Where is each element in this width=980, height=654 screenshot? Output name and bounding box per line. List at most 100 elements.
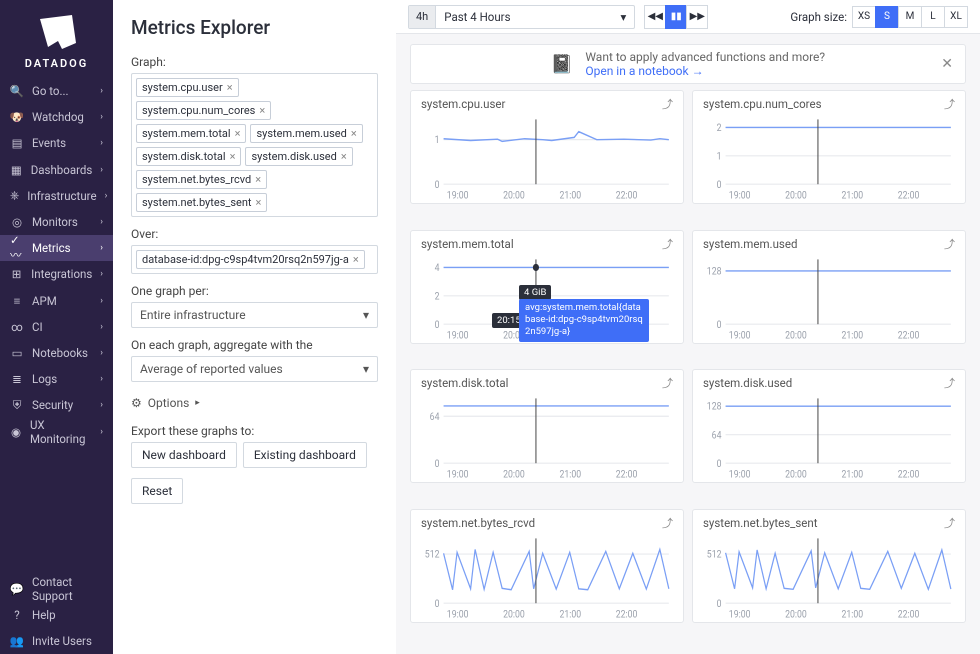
tag[interactable]: system.cpu.num_cores× (136, 101, 271, 120)
svg-text:19:00: 19:00 (447, 469, 469, 480)
tag[interactable]: system.mem.used× (250, 124, 362, 143)
svg-text:128: 128 (707, 401, 722, 413)
nav-item-monitors[interactable]: ◎Monitors› (0, 209, 113, 235)
svg-text:22:00: 22:00 (616, 608, 638, 619)
chevron-right-icon: › (100, 348, 103, 358)
nav-item-invite-users[interactable]: 👥Invite Users (0, 628, 113, 654)
tag[interactable]: system.mem.total× (136, 124, 246, 143)
chart-title: system.disk.used (703, 376, 792, 390)
open-notebook-link[interactable]: Open in a notebook → (585, 64, 703, 78)
nav-item-dashboards[interactable]: ▦Dashboards› (0, 157, 113, 183)
nav-item-security[interactable]: ⛨Security› (0, 392, 113, 418)
svg-text:21:00: 21:00 (841, 190, 863, 201)
nav-item-infrastructure[interactable]: ⎈Infrastructure› (0, 183, 113, 209)
apm-icon: ≡ (10, 294, 24, 308)
graph-size-m[interactable]: M (898, 6, 922, 28)
svg-text:20:00: 20:00 (503, 608, 525, 619)
options-toggle[interactable]: ⚙Options▸ (131, 392, 378, 414)
sidebar: DATADOG 🔍Go to...›🐶Watchdog›▤Events›▦Das… (0, 0, 113, 654)
nav-item-watchdog[interactable]: 🐶Watchdog› (0, 104, 113, 130)
pause-button[interactable]: ▮▮ (665, 5, 687, 29)
svg-text:0: 0 (435, 179, 440, 191)
export-icon[interactable]: ⤴ (944, 236, 955, 252)
graph-size-l[interactable]: L (921, 6, 945, 28)
graph-size-label: Graph size: (790, 10, 847, 24)
tag[interactable]: database-id:dpg-c9sp4tvm20rsq2n597jg-a× (136, 250, 365, 269)
integrations-icon: ⊞ (10, 267, 23, 281)
svg-text:22:00: 22:00 (898, 469, 920, 480)
events-icon: ▤ (10, 136, 24, 150)
export-icon[interactable]: ⤴ (662, 96, 673, 112)
chart-title: system.net.bytes_rcvd (421, 516, 535, 530)
nav-item-ux-monitoring[interactable]: ◉UX Monitoring› (0, 418, 113, 444)
svg-text:19:00: 19:00 (447, 190, 469, 201)
graph-size-xl[interactable]: XL (944, 6, 968, 28)
export-new-button[interactable]: New dashboard (131, 442, 237, 468)
export-icon[interactable]: ⤴ (662, 515, 673, 531)
forward-button[interactable]: ▶▶ (686, 5, 708, 29)
nav-item-apm[interactable]: ≡APM› (0, 288, 113, 314)
svg-text:0: 0 (435, 458, 440, 470)
svg-text:20:00: 20:00 (503, 190, 525, 201)
close-icon[interactable]: ✕ (941, 56, 953, 72)
svg-text:0: 0 (717, 458, 722, 470)
export-existing-button[interactable]: Existing dashboard (243, 442, 367, 468)
graph-size-s[interactable]: S (875, 6, 899, 28)
notebook-banner: 📓 Want to apply advanced functions and m… (410, 44, 966, 84)
nav-item-metrics[interactable]: ✓〰Metrics› (0, 235, 113, 261)
chevron-right-icon: › (100, 400, 103, 410)
export-icon[interactable]: ⤴ (662, 375, 673, 391)
export-icon[interactable]: ⤴ (944, 515, 955, 531)
chart-title: system.mem.used (703, 237, 797, 251)
export-icon[interactable]: ⤴ (944, 96, 955, 112)
export-icon[interactable]: ⤴ (944, 375, 955, 391)
tag[interactable]: system.net.bytes_rcvd× (136, 170, 267, 189)
reset-button[interactable]: Reset (131, 478, 183, 504)
over-tags-input[interactable]: database-id:dpg-c9sp4tvm20rsq2n597jg-a× (131, 245, 378, 274)
svg-text:0: 0 (717, 598, 722, 610)
tag[interactable]: system.disk.used× (245, 147, 352, 166)
nav-item-ci[interactable]: ∞CI› (0, 314, 113, 340)
nav-item-integrations[interactable]: ⊞Integrations› (0, 261, 113, 287)
svg-text:19:00: 19:00 (729, 190, 751, 201)
nav-item-notebooks[interactable]: ▭Notebooks› (0, 340, 113, 366)
per-select[interactable]: Entire infrastructure▾ (131, 302, 378, 328)
remove-tag-icon[interactable]: × (227, 81, 233, 94)
tag[interactable]: system.net.bytes_sent× (136, 193, 267, 212)
nav-item-go-to-[interactable]: 🔍Go to...› (0, 78, 113, 104)
nav-item-logs[interactable]: ≣Logs› (0, 366, 113, 392)
agg-select[interactable]: Average of reported values▾ (131, 356, 378, 382)
export-label: Export these graphs to: (131, 424, 378, 438)
notebooks-icon: ▭ (10, 346, 24, 360)
remove-tag-icon[interactable]: × (230, 150, 236, 163)
remove-tag-icon[interactable]: × (255, 173, 261, 186)
remove-tag-icon[interactable]: × (259, 104, 265, 117)
export-icon[interactable]: ⤴ (662, 236, 673, 252)
svg-text:0: 0 (717, 319, 722, 331)
watchdog-icon: 🐶 (10, 110, 24, 124)
tag[interactable]: system.disk.total× (136, 147, 241, 166)
chevron-right-icon: › (100, 374, 103, 384)
time-range-select[interactable]: 4h Past 4 Hours▾ (408, 5, 635, 29)
remove-tag-icon[interactable]: × (353, 253, 359, 266)
nav-item-events[interactable]: ▤Events› (0, 130, 113, 156)
svg-text:21:00: 21:00 (559, 190, 581, 201)
graph-metrics-input[interactable]: system.cpu.user× system.cpu.num_cores×sys… (131, 73, 378, 217)
logo[interactable]: DATADOG (0, 0, 113, 78)
graph-size-xs[interactable]: XS (852, 6, 876, 28)
chevron-right-icon: › (100, 322, 103, 332)
remove-tag-icon[interactable]: × (256, 196, 262, 209)
nav-item-contact-support[interactable]: 💬Contact Support (0, 575, 113, 601)
chart-card: system.cpu.user⤴1019:0020:0021:0022:00 (410, 90, 684, 204)
nav-item-help[interactable]: ?Help (0, 602, 113, 628)
notebook-icon: 📓 (551, 54, 573, 75)
remove-tag-icon[interactable]: × (235, 127, 241, 140)
rewind-button[interactable]: ◀◀ (644, 5, 666, 29)
svg-text:21:00: 21:00 (559, 608, 581, 619)
tag[interactable]: system.cpu.user× (136, 78, 239, 97)
topbar: 4h Past 4 Hours▾ ◀◀ ▮▮ ▶▶ Graph size: XS… (396, 0, 980, 34)
remove-tag-icon[interactable]: × (341, 150, 347, 163)
playback-controls: ◀◀ ▮▮ ▶▶ (645, 5, 708, 29)
remove-tag-icon[interactable]: × (351, 127, 357, 140)
tooltip-detail: avg:system.mem.total{database-id:dpg-c9s… (519, 299, 649, 342)
